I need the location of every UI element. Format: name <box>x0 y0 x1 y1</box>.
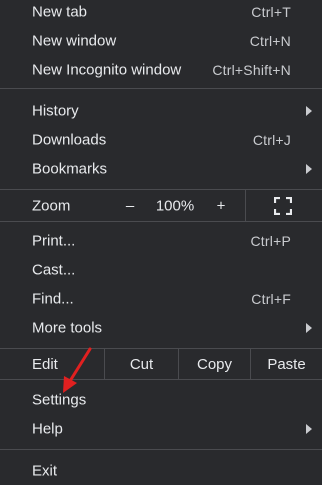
shortcut-text: Ctrl+F <box>251 290 291 307</box>
menu-separator <box>0 221 322 222</box>
menu-item-label: Settings <box>32 391 87 408</box>
menu-item-label: Find... <box>32 290 74 307</box>
edit-label: Edit <box>32 355 58 373</box>
menu-item-find[interactable]: Find... Ctrl+F <box>0 284 322 313</box>
menu-item-label: Print... <box>32 232 76 249</box>
menu-item-bookmarks[interactable]: Bookmarks <box>0 154 322 183</box>
menu-item-label: Help <box>32 420 63 437</box>
zoom-divider <box>245 190 246 221</box>
shortcut-text: Ctrl+J <box>252 131 291 148</box>
menu-item-label: New Incognito window <box>32 61 182 78</box>
cut-button[interactable]: Cut <box>105 349 178 379</box>
menu-item-label: Exit <box>32 462 58 479</box>
menu-separator <box>0 88 322 89</box>
chevron-right-icon <box>306 322 312 333</box>
shortcut-text: Ctrl+P <box>250 232 291 249</box>
fullscreen-icon[interactable] <box>274 197 292 215</box>
menu-item-settings[interactable]: Settings <box>0 385 322 414</box>
zoom-level: 100% <box>155 197 195 214</box>
menu-item-more-tools[interactable]: More tools <box>0 313 322 342</box>
menu-item-new-window[interactable]: New window Ctrl+N <box>0 26 322 55</box>
menu-item-new-incognito-window[interactable]: New Incognito window Ctrl+Shift+N <box>0 55 322 84</box>
menu-item-label: More tools <box>32 319 103 336</box>
chevron-right-icon <box>306 163 312 174</box>
shortcut-text: Ctrl+T <box>251 3 291 20</box>
chrome-menu: New tab Ctrl+T New window Ctrl+N New Inc… <box>0 0 322 484</box>
chevron-right-icon <box>306 105 312 116</box>
menu-item-history[interactable]: History <box>0 96 322 125</box>
menu-separator <box>0 379 322 380</box>
edit-row: Edit Cut Copy Paste <box>0 349 322 379</box>
copy-button[interactable]: Copy <box>179 349 250 379</box>
menu-item-label: Downloads <box>32 131 107 148</box>
menu-item-label: New tab <box>32 3 88 20</box>
menu-item-new-tab[interactable]: New tab Ctrl+T <box>0 0 322 26</box>
chevron-right-icon <box>306 423 312 434</box>
menu-item-exit[interactable]: Exit <box>0 456 322 485</box>
menu-item-label: History <box>32 102 79 119</box>
zoom-in-button[interactable]: + <box>213 197 229 214</box>
menu-separator <box>0 449 322 450</box>
menu-item-cast[interactable]: Cast... <box>0 255 322 284</box>
shortcut-text: Ctrl+Shift+N <box>212 61 291 78</box>
menu-item-label: Cast... <box>32 261 76 278</box>
menu-item-help[interactable]: Help <box>0 414 322 443</box>
menu-item-print[interactable]: Print... Ctrl+P <box>0 226 322 255</box>
menu-item-downloads[interactable]: Downloads Ctrl+J <box>0 125 322 154</box>
shortcut-text: Ctrl+N <box>249 32 291 49</box>
menu-item-label: Bookmarks <box>32 160 108 177</box>
paste-button[interactable]: Paste <box>251 349 322 379</box>
zoom-out-button[interactable]: – <box>122 197 138 214</box>
zoom-label: Zoom <box>32 197 71 214</box>
menu-item-label: New window <box>32 32 117 49</box>
zoom-row: Zoom – 100% + <box>0 190 322 221</box>
